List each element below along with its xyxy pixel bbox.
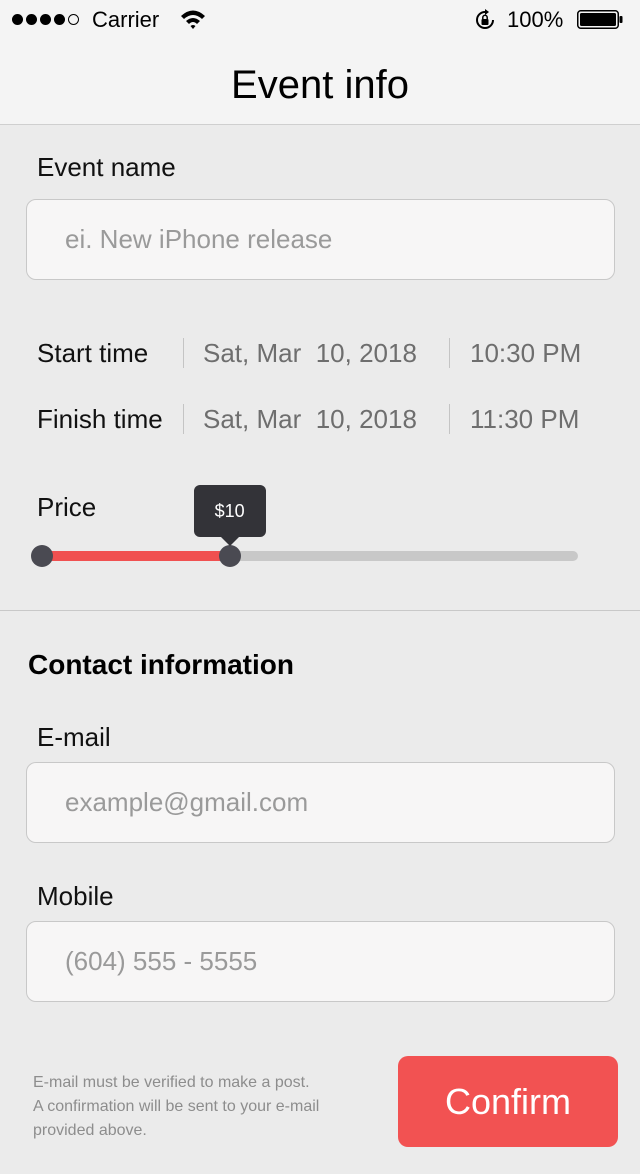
contact-section-title: Contact information bbox=[28, 649, 294, 680]
start-time-label: Start time bbox=[37, 338, 149, 368]
divider bbox=[183, 404, 184, 434]
mobile-field-container bbox=[26, 921, 615, 1002]
price-tooltip: $10 bbox=[193, 485, 266, 537]
verification-note: E-mail must be verified to make a post. … bbox=[33, 1071, 378, 1143]
divider bbox=[449, 404, 450, 434]
carrier-name: Carrier bbox=[92, 7, 160, 32]
confirm-button[interactable]: Confirm bbox=[398, 1056, 618, 1147]
price-tooltip-arrow bbox=[220, 537, 239, 546]
event-name-input[interactable] bbox=[65, 200, 595, 279]
finish-time-label: Finish time bbox=[37, 404, 163, 434]
status-bar: Carrier 100% bbox=[0, 0, 640, 40]
signal-dot bbox=[12, 13, 23, 25]
start-time-picker[interactable]: 10:30 PM bbox=[470, 338, 581, 368]
wifi-icon bbox=[181, 10, 205, 29]
battery-icon bbox=[577, 10, 623, 29]
finish-time-picker[interactable]: 11:30 PM bbox=[470, 404, 579, 434]
signal-dot bbox=[40, 13, 51, 25]
mobile-input[interactable] bbox=[65, 922, 595, 1001]
start-date-picker[interactable]: Sat, Mar 10, 2018 bbox=[203, 338, 417, 368]
email-label: E-mail bbox=[37, 722, 111, 752]
price-slider-handle[interactable] bbox=[218, 545, 241, 567]
divider bbox=[449, 338, 450, 368]
event-name-field-container bbox=[26, 199, 615, 280]
note-line: A confirmation will be sent to your e-ma… bbox=[33, 1098, 320, 1115]
note-line: provided above. bbox=[33, 1122, 147, 1139]
price-slider-fill bbox=[42, 551, 230, 561]
event-name-label: Event name bbox=[37, 152, 176, 182]
signal-dot bbox=[68, 13, 79, 25]
battery-percent: 100% bbox=[507, 7, 564, 32]
divider bbox=[183, 338, 184, 368]
price-label: Price bbox=[37, 492, 97, 522]
note-line: E-mail must be verified to make a post. bbox=[33, 1074, 310, 1091]
section-divider bbox=[0, 610, 640, 611]
rotation-lock-icon bbox=[476, 9, 494, 29]
price-slider-min-handle[interactable] bbox=[31, 545, 53, 567]
email-input[interactable] bbox=[65, 763, 595, 842]
email-field-container bbox=[26, 762, 615, 843]
signal-dot bbox=[26, 13, 37, 25]
signal-dot bbox=[54, 13, 65, 25]
page-title: Event info bbox=[231, 63, 409, 107]
mobile-label: Mobile bbox=[37, 881, 114, 911]
signal-strength-icon bbox=[12, 12, 79, 26]
finish-date-picker[interactable]: Sat, Mar 10, 2018 bbox=[203, 404, 417, 434]
nav-bar: Event info bbox=[0, 40, 640, 125]
start-time-row: Start time Sat, Mar 10, 2018 10:30 PM bbox=[0, 338, 640, 368]
finish-time-row: Finish time Sat, Mar 10, 2018 11:30 PM bbox=[0, 404, 640, 434]
